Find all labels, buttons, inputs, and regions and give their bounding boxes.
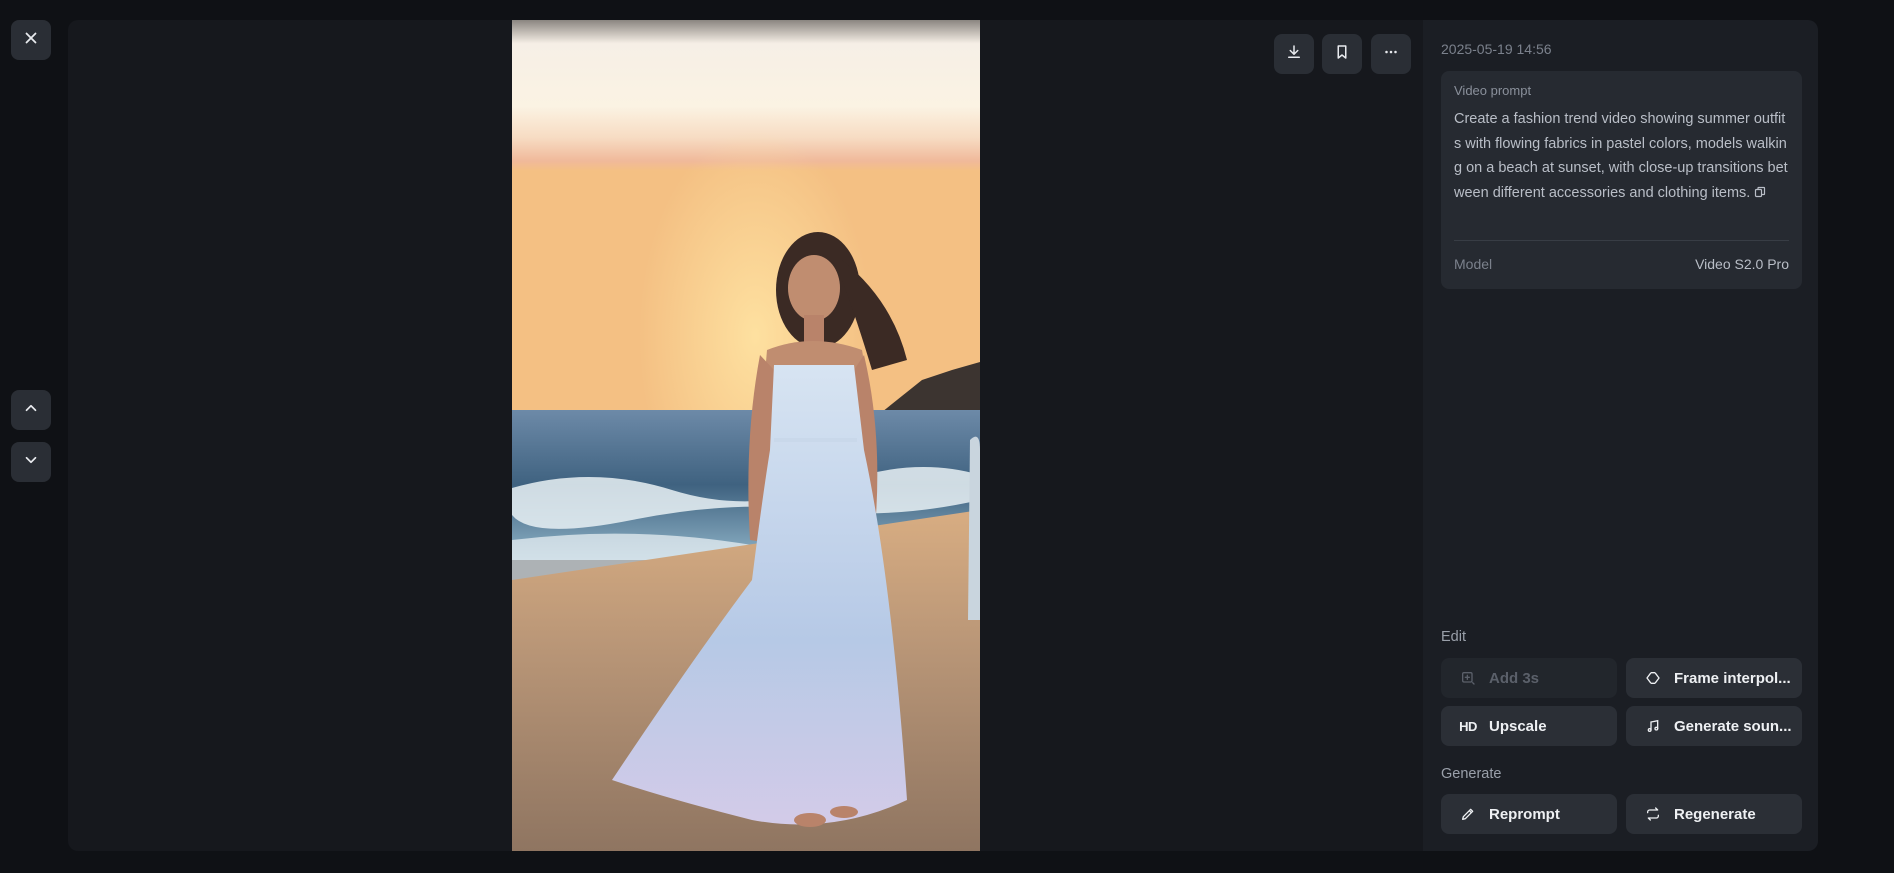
model-row: Model Video S2.0 Pro xyxy=(1454,256,1789,272)
divider xyxy=(1454,240,1789,241)
reprompt-button[interactable]: Reprompt xyxy=(1441,794,1617,834)
hd-icon: HD xyxy=(1459,718,1477,734)
copy-icon[interactable] xyxy=(1754,182,1766,197)
add-3s-button[interactable]: Add 3s xyxy=(1441,658,1617,698)
video-frame-image xyxy=(512,20,980,851)
video-preview[interactable] xyxy=(512,20,980,851)
prompt-card: Video prompt Create a fashion trend vide… xyxy=(1441,71,1802,289)
regenerate-button[interactable]: Regenerate xyxy=(1626,794,1802,834)
generate-section-label: Generate xyxy=(1441,766,1502,782)
frame-interpolation-label: Frame interpol... xyxy=(1674,669,1791,687)
details-panel: 2025-05-19 14:56 Video prompt Create a f… xyxy=(1423,20,1818,851)
model-value: Video S2.0 Pro xyxy=(1695,256,1789,272)
edit-section-label: Edit xyxy=(1441,629,1466,645)
download-button[interactable] xyxy=(1274,34,1314,74)
prompt-text: Create a fashion trend video showing sum… xyxy=(1454,111,1788,201)
timestamp: 2025-05-19 14:56 xyxy=(1441,41,1552,57)
extend-icon xyxy=(1459,669,1477,687)
frame-interpolation-button[interactable]: Frame interpol... xyxy=(1626,658,1802,698)
media-viewer xyxy=(68,20,1423,851)
bookmark-button[interactable] xyxy=(1322,34,1362,74)
add-3s-label: Add 3s xyxy=(1489,669,1540,687)
previous-button[interactable] xyxy=(11,390,51,430)
upscale-button[interactable]: HD Upscale xyxy=(1441,706,1617,746)
bookmark-icon xyxy=(1333,43,1351,66)
music-note-icon xyxy=(1644,717,1662,735)
more-horizontal-icon xyxy=(1382,43,1400,66)
reprompt-label: Reprompt xyxy=(1489,805,1560,823)
prompt-title: Video prompt xyxy=(1454,83,1532,98)
model-label: Model xyxy=(1454,256,1493,272)
pencil-icon xyxy=(1459,805,1477,823)
download-icon xyxy=(1285,43,1303,66)
more-options-button[interactable] xyxy=(1371,34,1411,74)
repeat-icon xyxy=(1644,805,1662,823)
prompt-text-block: Create a fashion trend video showing sum… xyxy=(1454,107,1788,205)
close-button[interactable] xyxy=(11,20,51,60)
close-icon xyxy=(22,29,40,52)
chevron-down-icon xyxy=(22,451,40,474)
interpolation-icon xyxy=(1644,669,1662,687)
upscale-label: Upscale xyxy=(1489,717,1547,735)
generate-sound-button[interactable]: Generate soun... xyxy=(1626,706,1802,746)
chevron-up-icon xyxy=(22,399,40,422)
generate-sound-label: Generate soun... xyxy=(1674,717,1792,735)
next-button[interactable] xyxy=(11,442,51,482)
regenerate-label: Regenerate xyxy=(1674,805,1756,823)
